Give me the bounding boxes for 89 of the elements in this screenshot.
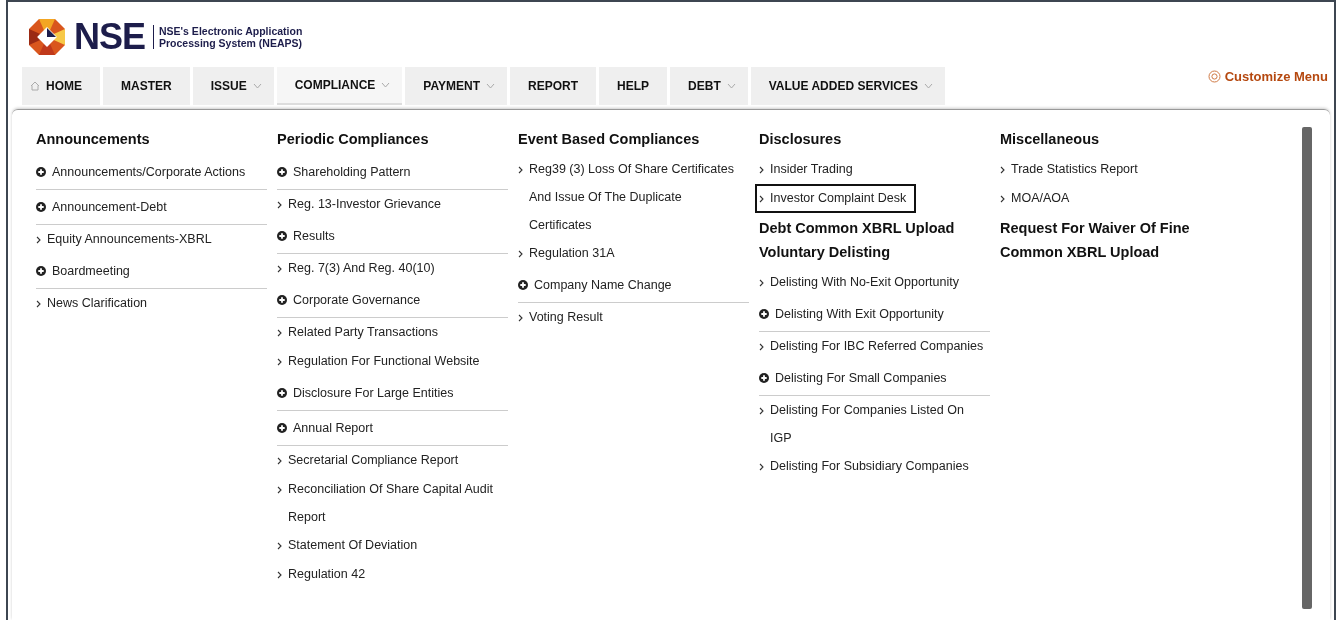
chevron-right-icon [277,358,282,366]
menu-item[interactable]: Boardmeeting [36,254,130,288]
plus-icon [277,423,287,433]
menu-item[interactable]: Trade Statistics Report [1000,155,1140,184]
plus-icon [277,295,287,305]
menu-item[interactable]: Delisting For Companies Listed On IGP [759,396,990,452]
menu-heading[interactable]: Debt Common XBRL Upload [759,220,990,237]
chevron-right-icon [759,166,764,174]
nav-tab[interactable]: DEBT [670,67,748,105]
nav-tab[interactable]: HELP [599,67,668,105]
chevron-right-icon [277,265,282,273]
menu-item[interactable]: Reg. 7(3) And Reg. 40(10) [277,254,437,283]
menu-item[interactable]: Delisting For IBC Referred Companies [759,332,986,361]
logo-text: NSE [74,19,146,55]
chevron-right-icon [759,407,764,415]
menu-item[interactable]: News Clarification [36,289,150,318]
menu-item[interactable]: Reg. 13-Investor Grievance [277,190,443,219]
plus-icon [277,388,287,398]
plus-icon [36,202,46,212]
nav-tab[interactable]: PAYMENT [405,67,508,105]
plus-icon [36,167,46,177]
logo-icon [28,18,66,56]
plus-icon [277,231,287,241]
plus-icon [518,280,528,290]
chevron-right-icon [277,201,282,209]
menu-item[interactable]: Announcement-Debt [36,190,167,224]
chevron-right-icon [518,314,523,322]
menu-item[interactable]: Regulation 31A [518,239,617,268]
chevron-right-icon [759,463,764,471]
chevron-right-icon [36,236,41,244]
chevron-right-icon [759,343,764,351]
scrollbar[interactable] [1302,127,1312,609]
menu-item[interactable]: Regulation 42 [277,560,368,589]
menu-item[interactable]: Statement Of Deviation [277,531,420,560]
nav-tab[interactable]: REPORT [510,67,597,105]
chevron-right-icon [1000,195,1005,203]
menu-item[interactable]: Delisting For Small Companies [759,361,947,395]
menu-item[interactable]: MOA/AOA [1000,184,1072,213]
chevron-right-icon [759,195,764,203]
menu-item[interactable]: Equity Announcements-XBRL [36,225,214,254]
menu-item[interactable]: Disclosure For Large Entities [277,376,454,410]
app-subtitle: NSE's Electronic Application Processing System (NEAPS) [153,25,303,49]
chevron-right-icon [277,329,282,337]
chevron-right-icon [36,300,41,308]
settings-icon [1207,70,1221,84]
plus-icon [759,373,769,383]
menu-item[interactable]: Secretarial Compliance Report [277,446,461,475]
chevron-right-icon [518,250,523,258]
chevron-right-icon [277,486,282,494]
menu-item[interactable]: Announcements/Corporate Actions [36,155,246,189]
menu-heading[interactable]: Announcements [36,131,267,148]
customize-menu-link[interactable]: Customize Menu [1207,67,1328,87]
menu-item[interactable]: Reg39 (3) Loss Of Share Certificates And Issue Of The Duplicate Certificates [518,155,749,239]
plus-icon [759,309,769,319]
nav-tab[interactable]: MASTER [103,67,190,105]
menu-heading[interactable]: Voluntary Delisting [759,244,990,261]
menu-item[interactable]: Investor Complaint Desk [755,184,917,213]
plus-icon [36,266,46,276]
menu-heading[interactable]: Event Based Compliances [518,131,749,148]
menu-heading[interactable]: Periodic Compliances [277,131,508,148]
chevron-right-icon [759,279,764,287]
home-icon [30,81,40,91]
menu-item[interactable]: Delisting With No-Exit Opportunity [759,268,961,297]
menu-item[interactable]: Regulation For Functional Website [277,347,482,376]
menu-item[interactable]: Delisting For Subsidiary Companies [759,452,971,481]
menu-item[interactable]: Voting Result [518,303,605,332]
menu-item[interactable]: Corporate Governance [277,283,421,317]
menu-item[interactable]: Related Party Transactions [277,318,441,347]
menu-item[interactable]: Delisting With Exit Opportunity [759,297,944,331]
menu-heading[interactable]: Miscellaneous [1000,131,1231,148]
chevron-right-icon [277,542,282,550]
chevron-right-icon [277,457,282,465]
nav-tab[interactable]: COMPLIANCE [276,67,403,105]
chevron-right-icon [1000,166,1005,174]
nav-tab[interactable]: ISSUE [192,67,274,105]
menu-item[interactable]: Shareholding Pattern [277,155,411,189]
menu-item[interactable]: Insider Trading [759,155,855,184]
nav-tab[interactable]: HOME [22,67,100,105]
menu-heading[interactable]: Disclosures [759,131,990,148]
menu-heading[interactable]: Common XBRL Upload [1000,244,1231,261]
menu-item[interactable]: Reconciliation Of Share Capital Audit Report [277,475,508,531]
nav-tab[interactable]: VALUE ADDED SERVICES [750,67,945,105]
plus-icon [277,167,287,177]
menu-item[interactable]: Results [277,219,335,253]
menu-item[interactable]: Annual Report [277,411,373,445]
chevron-right-icon [277,571,282,579]
chevron-right-icon [518,166,523,174]
menu-item[interactable]: Company Name Change [518,268,672,302]
menu-heading[interactable]: Request For Waiver Of Fine [1000,220,1231,237]
